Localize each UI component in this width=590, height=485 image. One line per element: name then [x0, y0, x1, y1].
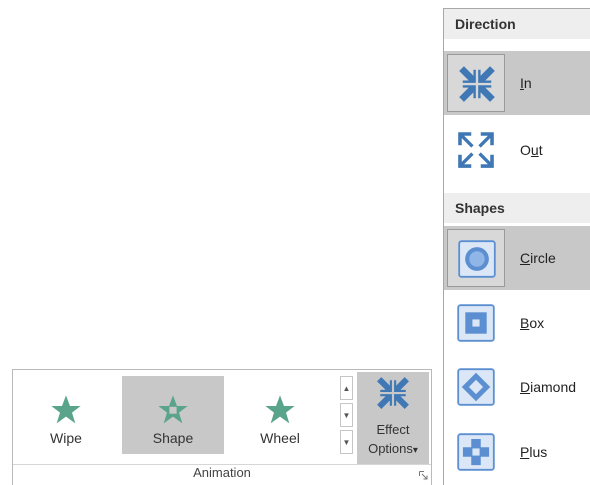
menu-item-label: Diamond	[520, 379, 577, 395]
animation-wipe[interactable]: Wipe	[15, 376, 117, 454]
group-label: Animation	[193, 465, 251, 480]
diamond-icon-box	[447, 358, 505, 416]
animation-wheel[interactable]: Wheel	[229, 376, 331, 454]
plus-shape-icon	[457, 433, 495, 471]
effect-options-label-line1: Effect	[376, 422, 410, 437]
star-icon	[51, 395, 81, 424]
section-header-shapes: Shapes	[444, 193, 590, 223]
menu-item-label: Box	[520, 315, 545, 331]
arrows-out-icon	[458, 132, 494, 168]
animation-shape[interactable]: Shape	[122, 376, 224, 454]
gallery-scrollbar: ▲ ▼ ▼	[340, 376, 354, 454]
dialog-launcher-icon[interactable]	[419, 471, 428, 480]
menu-item-circle[interactable]: Circle	[444, 226, 590, 290]
menu-item-label: In	[520, 75, 532, 91]
diamond-shape-icon	[457, 368, 495, 406]
star-outline-icon	[158, 395, 188, 424]
box-icon-box	[447, 294, 505, 352]
effect-options-menu: Direction In Out Shapes Circle Box Diamo…	[443, 8, 590, 485]
menu-item-in[interactable]: In	[444, 51, 590, 115]
animation-label: Wipe	[50, 430, 82, 446]
star-icon	[265, 395, 295, 424]
menu-item-label: Plus	[520, 444, 548, 460]
menu-item-box[interactable]: Box	[444, 291, 590, 355]
arrows-in-icon	[459, 66, 495, 102]
scroll-up-button[interactable]: ▲	[340, 376, 353, 400]
arrows-in-icon-box	[447, 54, 505, 112]
shrink-arrows-icon	[377, 377, 409, 409]
scroll-down-button[interactable]: ▼	[340, 403, 353, 427]
arrows-out-icon-box	[447, 121, 505, 179]
plus-icon-box	[447, 423, 505, 481]
animation-ribbon-group: Wipe Shape Wheel ▲ ▼ ▼ Effect Options▾ A…	[12, 369, 432, 485]
circle-icon-box	[447, 229, 505, 287]
box-shape-icon	[457, 304, 495, 342]
effect-options-button[interactable]: Effect Options▾	[357, 372, 429, 464]
menu-item-plus[interactable]: Plus	[444, 420, 590, 484]
gallery-more-button[interactable]: ▼	[340, 430, 353, 454]
effect-options-label-line2: Options▾	[368, 441, 418, 456]
animation-gallery: Wipe Shape Wheel	[15, 376, 335, 454]
animation-label: Shape	[152, 430, 194, 446]
circle-shape-icon	[458, 240, 496, 278]
menu-item-label: Circle	[520, 250, 556, 266]
menu-item-out[interactable]: Out	[444, 118, 590, 182]
menu-item-diamond[interactable]: Diamond	[444, 355, 590, 419]
section-header-direction: Direction	[444, 9, 590, 39]
menu-item-label: Out	[520, 142, 543, 158]
animation-label: Wheel	[260, 430, 300, 446]
